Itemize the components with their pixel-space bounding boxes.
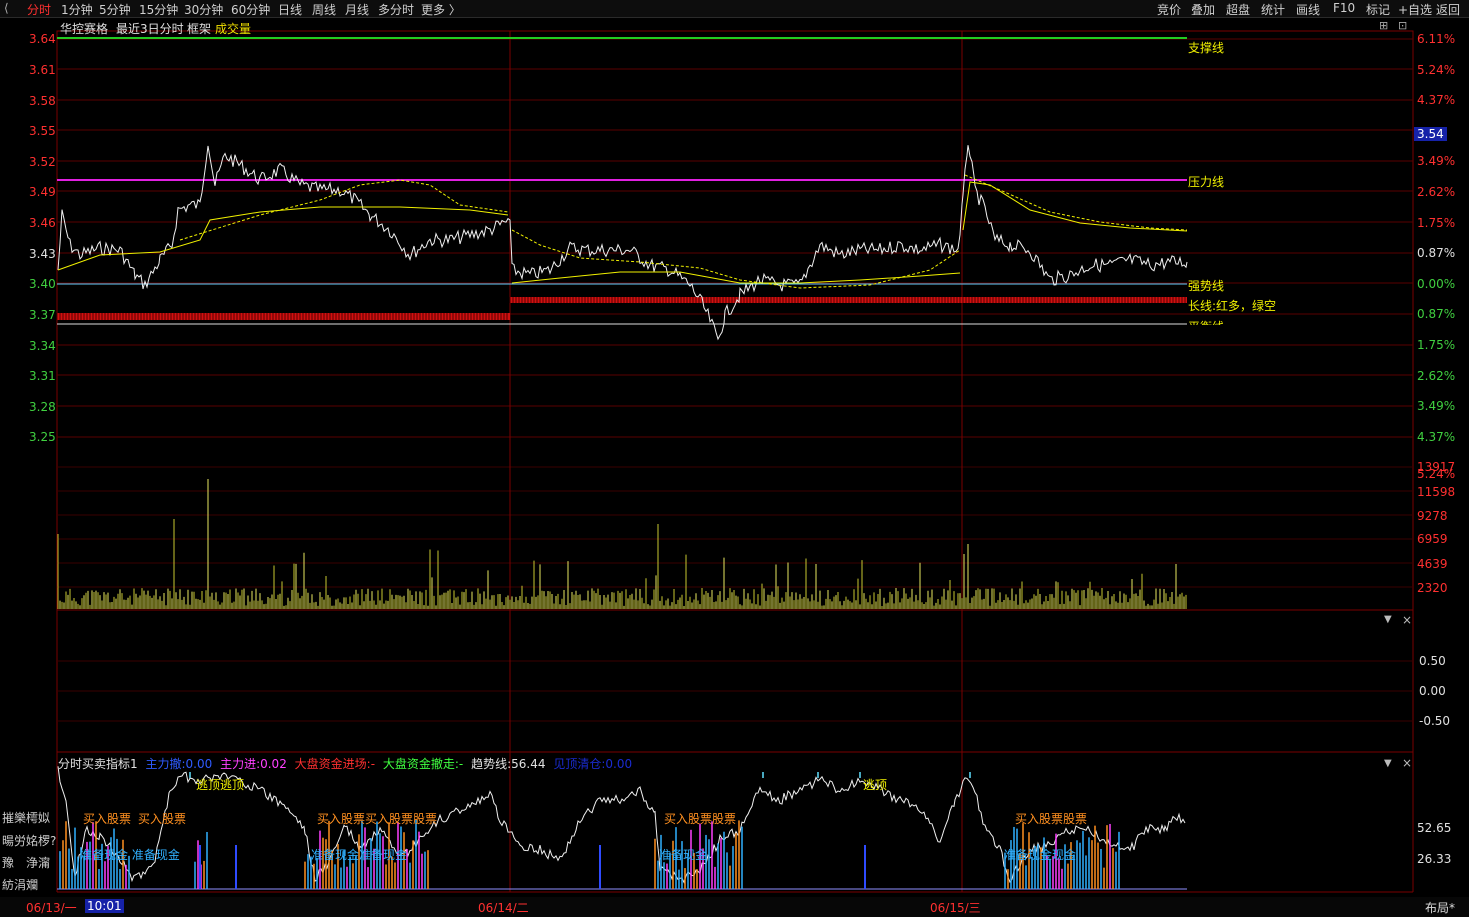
cash-signal: 准备现金 准备现金 — [80, 848, 180, 862]
sub1-tick: 0.50 — [1419, 654, 1446, 668]
price-tick: 3.46 — [29, 216, 56, 230]
strong-line-label: 强势线 — [1188, 279, 1225, 293]
legend-garbled: 豫 浄澝 — [2, 856, 51, 870]
layout-button[interactable]: 布局* — [1425, 899, 1455, 916]
close-icon[interactable]: ⊡ — [1398, 19, 1407, 32]
price-tick: 3.25 — [29, 430, 56, 444]
sub2-item-label: 大盘资金撤走: — [382, 757, 459, 771]
pct-tick: 0.00% — [1417, 277, 1456, 291]
sub1-tick: -0.50 — [1419, 714, 1451, 728]
sub2-tick: 26.33 — [1417, 852, 1452, 866]
average-line — [511, 271, 961, 284]
pct-tick: 2.62% — [1417, 369, 1456, 383]
average-line — [962, 181, 1188, 232]
volume-tick: 13917 — [1417, 460, 1456, 474]
cursor-time-value: 10:01 — [85, 899, 124, 913]
escape-signal: 逃顶 — [863, 778, 888, 792]
long-line-label: 长线:红多，绿空 — [1188, 299, 1277, 313]
balance-line-label: 平衡线 — [1188, 318, 1224, 325]
date-label: 06/15/三 — [930, 901, 981, 915]
pct-tick: 2.62% — [1417, 185, 1456, 199]
pct-tick: 4.37% — [1417, 93, 1456, 107]
buy-signal: 买入股票 — [83, 812, 132, 826]
current-price-badge: 3.54 — [1414, 127, 1447, 141]
date-label: 06/13/一 — [26, 901, 77, 915]
buy-signal: 买入股票买入股票股票 — [317, 812, 438, 826]
legend-garbled: 暘労姳椤? — [2, 834, 57, 848]
panel1-dropdown-icon[interactable]: ▼ — [1384, 614, 1392, 625]
buy-signal: 买入股票股票 — [1015, 812, 1088, 826]
sub2-item-value: 56.44 — [511, 757, 546, 771]
cursor-time: 10:01 — [85, 899, 124, 913]
sub2-item-label: 主力进: — [220, 757, 261, 771]
price-tick: 3.49 — [29, 185, 56, 199]
legend-garbled: 紡涓斕 — [2, 878, 39, 892]
price-tick: 3.40 — [29, 277, 56, 291]
cash-signal: 准备现金现金 — [1004, 848, 1077, 862]
sub2-item-value: 0.00 — [185, 757, 213, 771]
pct-tick: 5.24% — [1417, 63, 1456, 77]
sub2-header: 分时买卖指标1 主力撤:0.00 主力进:0.02 大盘资金进场:- 大盘资金撤… — [58, 755, 632, 772]
panel1-close-icon[interactable]: × — [1402, 613, 1412, 627]
volume-tick: 11598 — [1417, 485, 1456, 499]
sub2-item-label: 趋势线: — [471, 757, 512, 771]
price-tick: 3.37 — [29, 308, 56, 322]
volume-tick: 4639 — [1417, 557, 1448, 571]
volume-tick: 6959 — [1417, 532, 1448, 546]
sub2-item-value: - — [370, 757, 376, 771]
sub2-item-label: 大盘资金进场: — [294, 757, 371, 771]
sub2-item-value: 0.02 — [260, 757, 287, 771]
sub2-item-value: 0.00 — [605, 757, 633, 771]
sub2-tick: 52.65 — [1417, 821, 1452, 835]
long-line-band — [57, 313, 510, 320]
sub1-tick: 0.00 — [1419, 684, 1446, 698]
price-tick: 3.31 — [29, 369, 56, 383]
pct-tick: 6.11% — [1417, 32, 1456, 46]
price-tick: 3.58 — [29, 94, 56, 108]
time-axis: 06/13/一 10:01 06/14/二 06/15/三 布局* — [0, 897, 1469, 917]
pct-tick: 1.75% — [1417, 338, 1456, 352]
escape-signal: 逃顶逃顶 — [196, 778, 245, 792]
panel2-close-icon[interactable]: × — [1402, 756, 1412, 770]
volume-tick: 2320 — [1417, 581, 1448, 595]
volume-indicator-label[interactable]: 成交量 — [215, 20, 251, 37]
price-tick: 3.52 — [29, 155, 56, 169]
sub2-item-value: - — [458, 757, 464, 771]
price-tick: 3.28 — [29, 400, 56, 414]
date-label: 06/14/二 — [478, 901, 529, 915]
buy-signal: 买入股票股票 — [664, 812, 737, 826]
buy-signal: 买入股票 — [138, 812, 187, 826]
price-tick: 3.64 — [29, 32, 56, 46]
price-tick: 3.34 — [29, 339, 56, 353]
pct-tick: 1.75% — [1417, 216, 1456, 230]
stock-name: 华控赛格 — [60, 22, 109, 36]
panel2-dropdown-icon[interactable]: ▼ — [1384, 758, 1392, 769]
price-tick: 3.43 — [29, 247, 56, 261]
pct-tick: 0.87% — [1417, 307, 1456, 321]
pressure-line-label: 压力线 — [1188, 175, 1225, 189]
volume-tick: 9278 — [1417, 509, 1448, 523]
range-label: 最近3日分时 — [116, 22, 184, 36]
pct-tick: 3.49% — [1417, 154, 1456, 168]
pct-tick: 3.49% — [1417, 399, 1456, 413]
sub2-item-label: 见顶清仓: — [553, 757, 606, 771]
frame-label[interactable]: 框架 — [187, 20, 211, 37]
ma-dashed-line — [511, 229, 961, 289]
cash-signal: 准备现金准备现金 — [311, 848, 408, 862]
sub2-item-label: 主力撤: — [145, 757, 186, 771]
price-tick: 3.55 — [29, 124, 56, 138]
support-line-label: 支撑线 — [1188, 41, 1225, 55]
price-tick: 3.61 — [29, 63, 56, 77]
pct-tick: 0.87% — [1417, 246, 1456, 260]
legend-garbled: 摧樂樗姒 — [2, 811, 51, 825]
price-line — [57, 145, 1188, 341]
maximize-icon[interactable]: ⊞ — [1379, 19, 1388, 32]
pct-tick: 4.37% — [1417, 430, 1456, 444]
sub2-indicator-name[interactable]: 分时买卖指标1 — [58, 757, 138, 771]
cash-signal: 准备现金 — [659, 848, 708, 862]
